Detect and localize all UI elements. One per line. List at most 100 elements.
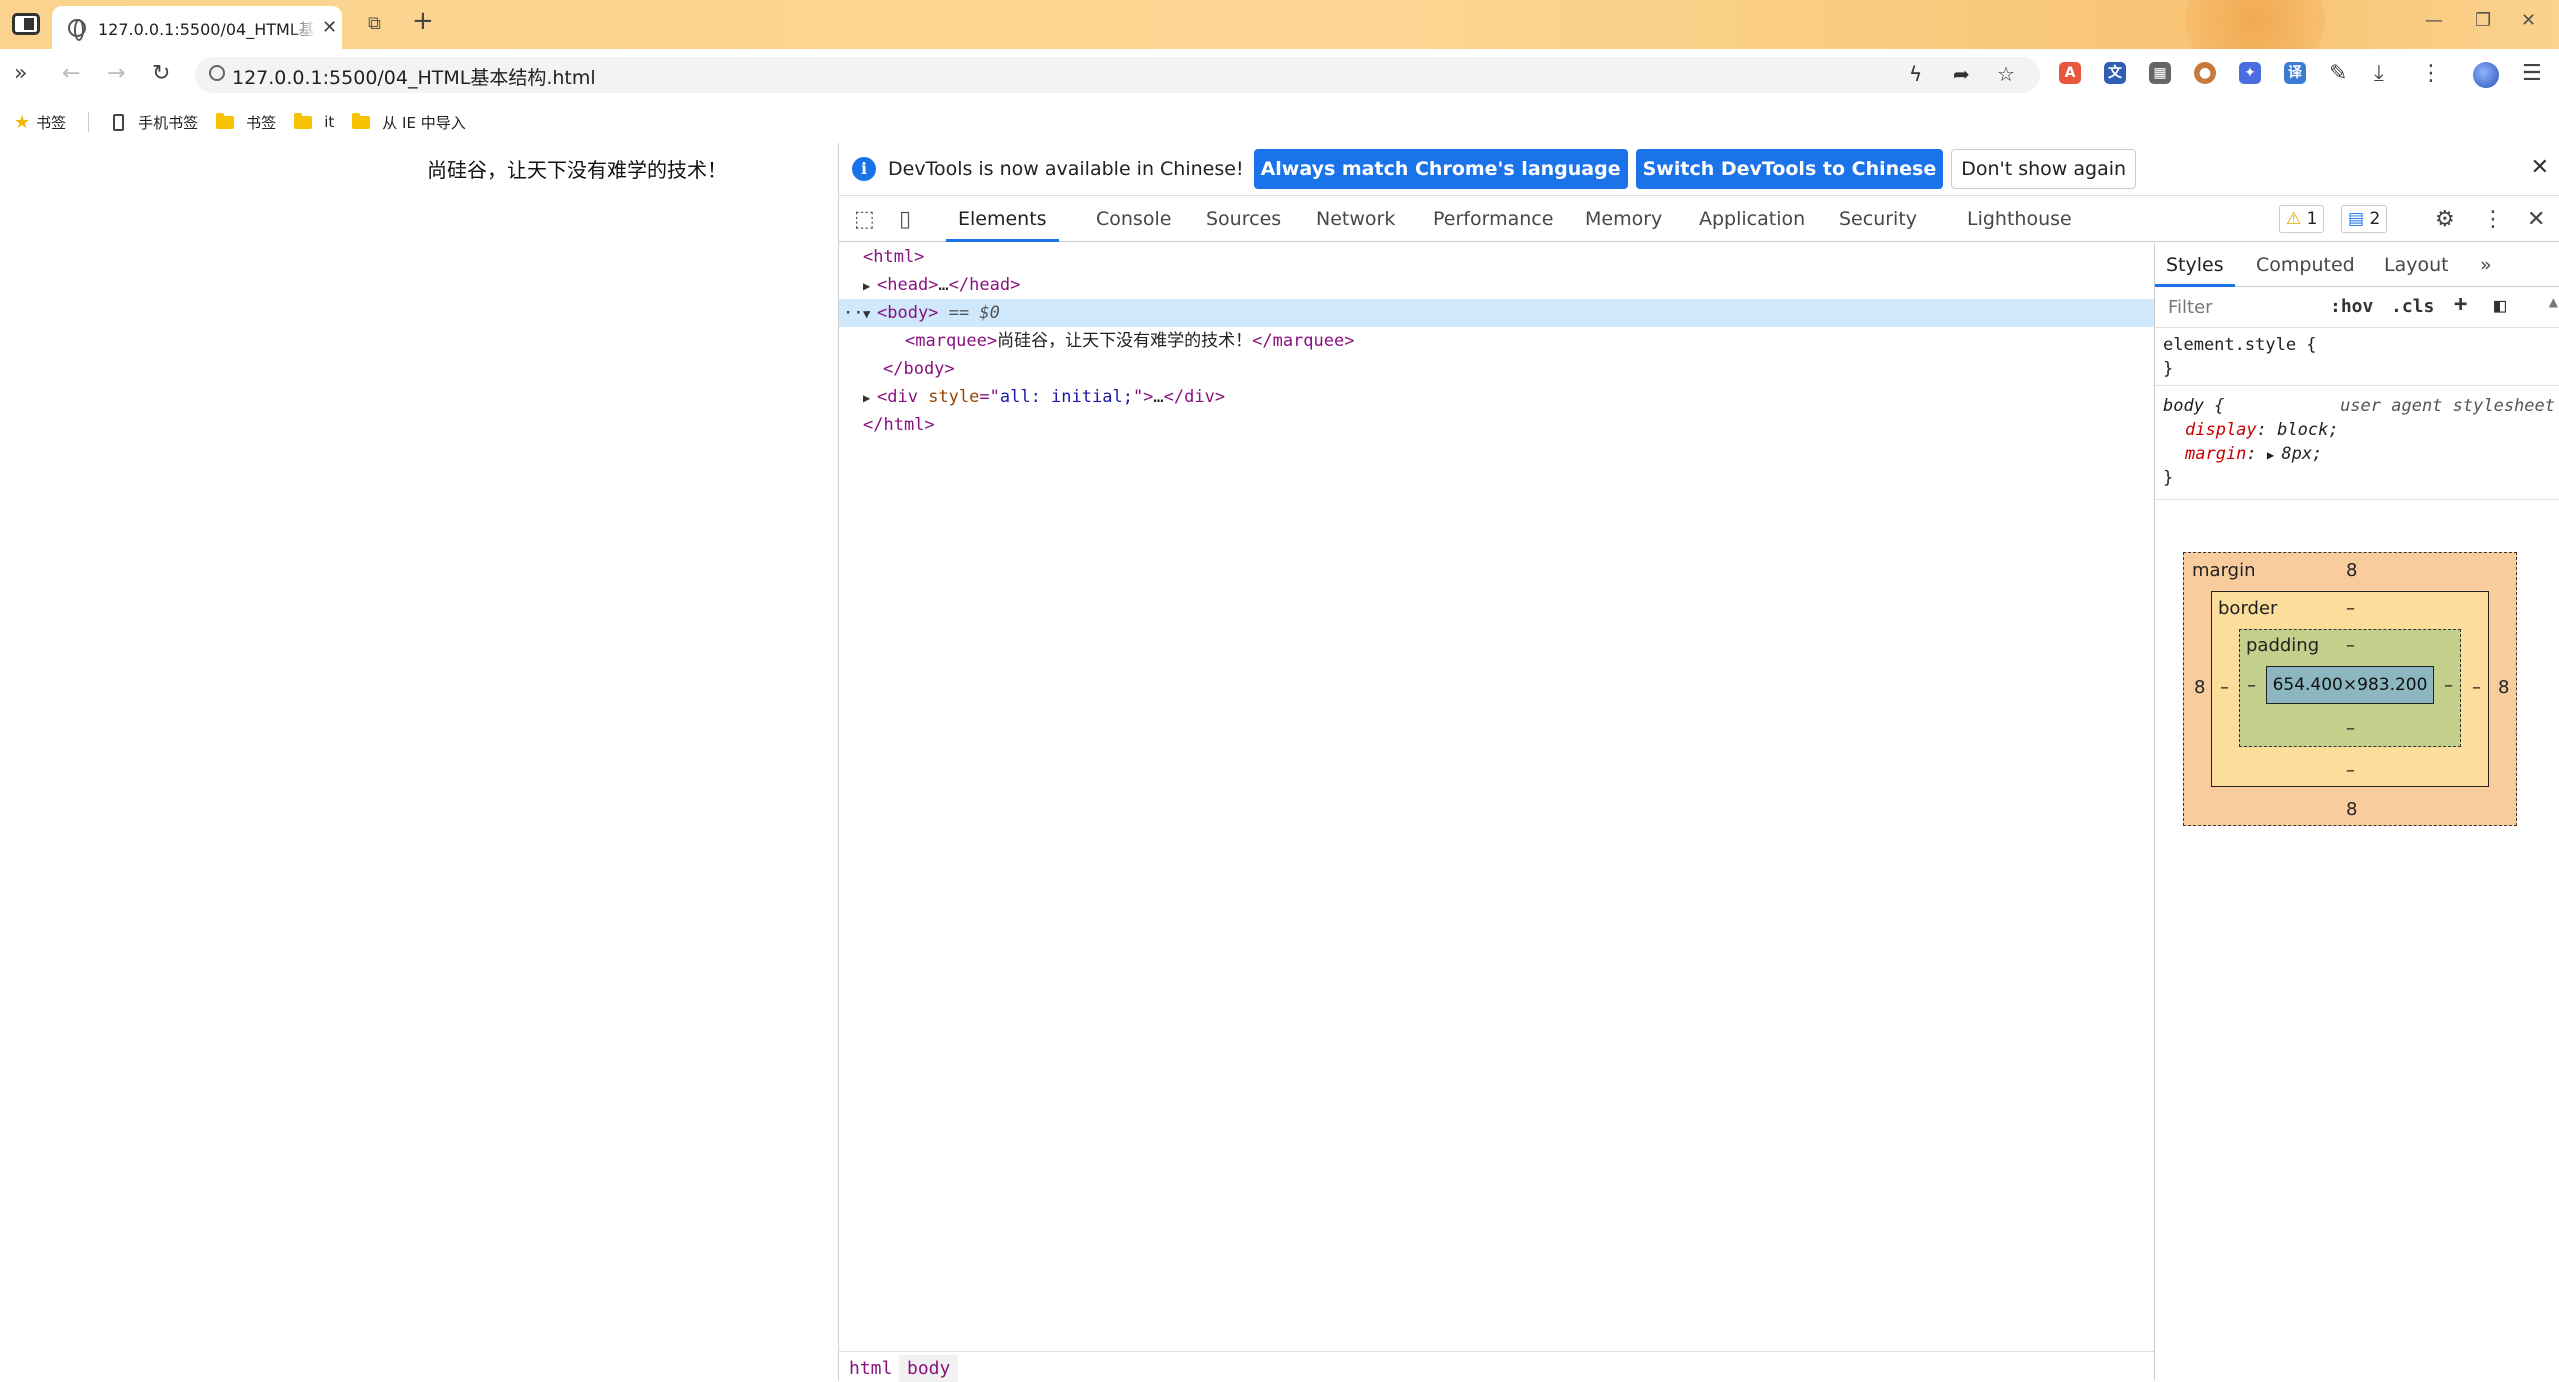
filter-input[interactable]: Filter xyxy=(2168,297,2213,318)
back-icon[interactable]: ← xyxy=(62,61,80,86)
dom-node-div[interactable]: ▶ <div style="all: initial;">…</div> xyxy=(839,383,2154,411)
dom-node-marquee[interactable]: <marquee>尚硅谷，让天下没有难学的技术！</marquee> xyxy=(839,327,2154,355)
dom-node-html-close[interactable]: </html> xyxy=(839,411,2154,439)
dom-node-body-close[interactable]: </body> xyxy=(839,355,2154,383)
url-text[interactable]: 127.0.0.1:5500/04_HTML基本结构.html xyxy=(232,63,596,90)
expand-triangle-icon[interactable]: ▶ xyxy=(2267,448,2281,462)
extension-pdf-icon[interactable]: A xyxy=(2059,62,2081,84)
browser-tab-active[interactable]: 127.0.0.1:5500/04_HTML基本结构.html ✕ xyxy=(52,6,342,49)
window-close-icon[interactable]: ✕ xyxy=(2521,10,2536,31)
new-rule-icon[interactable]: + xyxy=(2454,292,2467,317)
always-match-language-button[interactable]: Always match Chrome's language xyxy=(1253,149,1628,189)
dom-node-head[interactable]: ▶ <head>…</head> xyxy=(839,271,2154,299)
selected-node-marker: == $0 xyxy=(948,303,1000,323)
reload-icon[interactable]: ↻ xyxy=(152,61,170,86)
extension-qr-icon[interactable]: ▦ xyxy=(2149,62,2171,84)
dom-node-body-selected[interactable]: ··· ▼ <body> == $0 xyxy=(839,299,2154,327)
padding-bottom-value[interactable]: – xyxy=(2346,718,2355,739)
margin-bottom-value[interactable]: 8 xyxy=(2346,799,2357,820)
tab-application[interactable]: Application xyxy=(1699,196,1805,242)
tab-lighthouse[interactable]: Lighthouse xyxy=(1967,196,2072,242)
download-icon[interactable]: ⤓ xyxy=(2374,61,2384,86)
share-icon[interactable]: ➦ xyxy=(1953,62,1970,86)
tag-text: </head> xyxy=(948,275,1021,295)
rule-selector[interactable]: element.style { xyxy=(2163,333,2317,357)
bookmark-item[interactable]: ★ 书签 xyxy=(0,112,66,133)
warnings-count: 1 xyxy=(2306,209,2318,229)
margin-left-value[interactable]: 8 xyxy=(2194,677,2205,698)
padding-right-value[interactable]: – xyxy=(2444,675,2453,696)
switch-to-chinese-button[interactable]: Switch DevTools to Chinese xyxy=(1635,149,1944,189)
border-label: border xyxy=(2218,598,2278,619)
new-tab-button[interactable]: + xyxy=(412,6,434,36)
bookmark-item[interactable]: 手机书签 xyxy=(93,112,198,133)
dom-node-html[interactable]: <html> xyxy=(839,243,2154,271)
warnings-badge[interactable]: ⚠ 1 xyxy=(2279,205,2325,233)
tab-console[interactable]: Console xyxy=(1096,196,1171,242)
site-info-icon[interactable] xyxy=(209,65,225,81)
browser-menu-icon[interactable]: ☰ xyxy=(2522,61,2542,86)
box-model-border[interactable]: border – – – – padding – – – – 654.400×9… xyxy=(2211,591,2489,787)
tab-performance[interactable]: Performance xyxy=(1433,196,1553,242)
border-bottom-value[interactable]: – xyxy=(2346,760,2355,781)
more-tabs-icon[interactable]: » xyxy=(2480,243,2492,287)
tab-styles[interactable]: Styles xyxy=(2155,243,2235,287)
close-icon[interactable]: ✕ xyxy=(2531,155,2549,180)
folder-icon xyxy=(352,112,371,129)
profile-avatar[interactable] xyxy=(2473,62,2499,88)
close-tab-icon[interactable]: ✕ xyxy=(322,17,337,38)
hover-state-toggle[interactable]: :hov xyxy=(2330,296,2373,317)
tab-search-icon[interactable]: ⧉ xyxy=(368,13,381,34)
edit-icon[interactable]: ✎ xyxy=(2329,61,2347,86)
padding-top-value[interactable]: – xyxy=(2346,635,2355,656)
box-model-padding[interactable]: padding – – – – 654.400×983.200 xyxy=(2239,629,2461,747)
expand-icon[interactable]: » xyxy=(14,61,27,86)
address-bar[interactable]: 127.0.0.1:5500/04_HTML基本结构.html ϟ ➦ ☆ xyxy=(195,57,2040,93)
dont-show-again-button[interactable]: Don't show again xyxy=(1951,149,2137,189)
box-model-content-size[interactable]: 654.400×983.200 xyxy=(2266,666,2434,704)
tab-security[interactable]: Security xyxy=(1839,196,1917,242)
expand-triangle-icon[interactable]: ▶ xyxy=(863,384,877,412)
tab-computed[interactable]: Computed xyxy=(2256,243,2355,287)
border-right-value[interactable]: – xyxy=(2472,677,2481,698)
extension-avatar-icon[interactable]: ● xyxy=(2194,62,2216,84)
bookmark-folder[interactable]: 从 IE 中导入 xyxy=(352,112,466,133)
extension-translate-icon[interactable]: 文 xyxy=(2104,62,2126,84)
border-top-value[interactable]: – xyxy=(2346,598,2355,619)
restore-icon[interactable]: ❐ xyxy=(2475,10,2491,31)
toggle-sidebar-icon[interactable]: ◧ xyxy=(2494,293,2506,317)
tab-memory[interactable]: Memory xyxy=(1585,196,1662,242)
extension-bird-icon[interactable]: ✦ xyxy=(2239,62,2261,84)
tab-sources[interactable]: Sources xyxy=(1206,196,1281,242)
inspect-element-icon[interactable]: ⬚ xyxy=(854,207,875,232)
class-toggle[interactable]: .cls xyxy=(2391,296,2434,317)
scroll-up-icon[interactable]: ▲ xyxy=(2549,295,2558,309)
breadcrumb-body[interactable]: body xyxy=(899,1355,959,1382)
more-options-icon[interactable]: ⋮ xyxy=(2482,207,2504,232)
padding-left-value[interactable]: – xyxy=(2247,675,2256,696)
tab-layout[interactable]: Layout xyxy=(2384,243,2449,287)
bookmark-star-icon[interactable]: ☆ xyxy=(1997,62,2015,86)
breadcrumb-html[interactable]: html xyxy=(841,1355,900,1382)
css-declaration: display: block; xyxy=(2185,420,2339,440)
node-actions-icon[interactable]: ··· xyxy=(843,299,874,327)
forward-icon[interactable]: → xyxy=(107,61,125,86)
bookmark-folder[interactable]: 书签 xyxy=(216,112,276,133)
minimize-icon[interactable]: — xyxy=(2425,10,2443,31)
messages-badge[interactable]: ▤ 2 xyxy=(2341,205,2388,233)
border-left-value[interactable]: – xyxy=(2220,677,2229,698)
bookmark-folder[interactable]: it xyxy=(294,112,334,131)
device-toolbar-icon[interactable]: ▯ xyxy=(899,207,911,232)
expand-triangle-icon[interactable]: ▶ xyxy=(863,272,877,300)
close-devtools-icon[interactable]: ✕ xyxy=(2527,207,2545,232)
tab-elements[interactable]: Elements xyxy=(946,196,1059,242)
settings-gear-icon[interactable]: ⚙ xyxy=(2435,207,2455,232)
sidebar-toggle-icon[interactable] xyxy=(12,13,40,35)
extension-translate2-icon[interactable]: 译 xyxy=(2284,62,2306,84)
box-model-margin[interactable]: margin 8 8 8 8 border – – – – padding – … xyxy=(2183,552,2517,826)
tab-network[interactable]: Network xyxy=(1316,196,1395,242)
margin-right-value[interactable]: 8 xyxy=(2498,677,2509,698)
extensions-menu-icon[interactable]: ⋮ xyxy=(2420,61,2442,86)
lightning-icon[interactable]: ϟ xyxy=(1909,62,1922,86)
margin-top-value[interactable]: 8 xyxy=(2346,560,2357,581)
